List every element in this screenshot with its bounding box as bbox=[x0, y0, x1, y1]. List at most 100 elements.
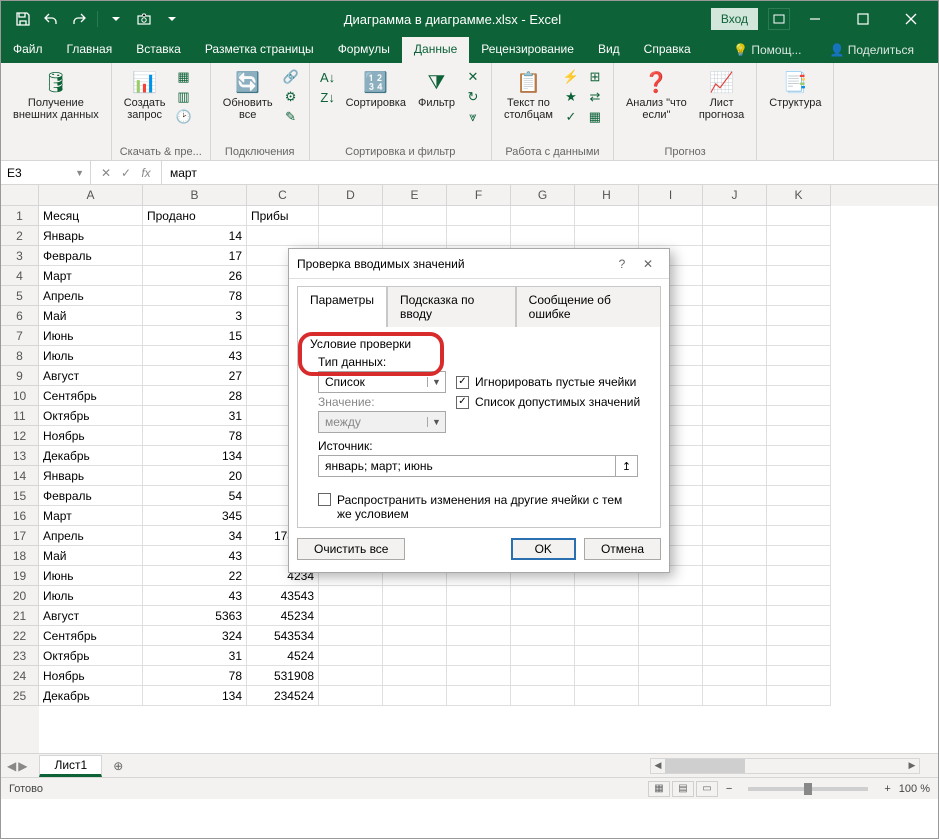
cell[interactable] bbox=[703, 206, 767, 226]
undo-icon[interactable] bbox=[39, 7, 63, 31]
cell[interactable]: 4524 bbox=[247, 646, 319, 666]
cell[interactable] bbox=[767, 366, 831, 386]
row-header[interactable]: 14 bbox=[1, 466, 39, 486]
cell[interactable]: 78 bbox=[143, 286, 247, 306]
cell[interactable]: 17 bbox=[143, 246, 247, 266]
cell[interactable] bbox=[703, 646, 767, 666]
cell[interactable]: 26 bbox=[143, 266, 247, 286]
recent-sources-button[interactable]: 🕑 bbox=[174, 107, 194, 127]
cell[interactable]: 3 bbox=[143, 306, 247, 326]
cell[interactable] bbox=[767, 686, 831, 706]
cell[interactable]: 15 bbox=[143, 326, 247, 346]
dialog-help-icon[interactable]: ? bbox=[609, 254, 635, 274]
cell[interactable] bbox=[767, 406, 831, 426]
cell[interactable]: Июль bbox=[39, 586, 143, 606]
text-to-columns-button[interactable]: 📋Текст по столбцам bbox=[500, 67, 557, 123]
camera-icon[interactable] bbox=[132, 7, 156, 31]
cell[interactable] bbox=[703, 346, 767, 366]
cell[interactable] bbox=[767, 606, 831, 626]
cell[interactable] bbox=[575, 686, 639, 706]
sort-button[interactable]: 🔢Сортировка bbox=[342, 67, 410, 111]
cell[interactable]: 34 bbox=[143, 526, 247, 546]
row-header[interactable]: 8 bbox=[1, 346, 39, 366]
cell[interactable] bbox=[639, 646, 703, 666]
cell[interactable]: 134 bbox=[143, 446, 247, 466]
cell[interactable] bbox=[767, 266, 831, 286]
cell[interactable] bbox=[383, 606, 447, 626]
cell[interactable] bbox=[703, 466, 767, 486]
fx-icon[interactable]: fx bbox=[137, 166, 155, 180]
column-header[interactable]: F bbox=[447, 185, 511, 206]
cell[interactable]: 324 bbox=[143, 626, 247, 646]
cell[interactable] bbox=[575, 586, 639, 606]
cell[interactable]: 20 bbox=[143, 466, 247, 486]
cell[interactable] bbox=[767, 446, 831, 466]
cell[interactable] bbox=[575, 606, 639, 626]
cell[interactable] bbox=[383, 646, 447, 666]
cell[interactable]: 54 bbox=[143, 486, 247, 506]
get-external-data-button[interactable]: 🛢Получение внешних данных bbox=[9, 67, 103, 123]
cell[interactable] bbox=[511, 586, 575, 606]
show-queries-button[interactable]: ▦ bbox=[174, 67, 194, 87]
row-header[interactable]: 9 bbox=[1, 366, 39, 386]
row-header[interactable]: 5 bbox=[1, 286, 39, 306]
column-header[interactable]: G bbox=[511, 185, 575, 206]
dialog-close-icon[interactable]: ✕ bbox=[635, 254, 661, 274]
cell[interactable] bbox=[767, 626, 831, 646]
cell[interactable]: Октябрь bbox=[39, 406, 143, 426]
cell[interactable] bbox=[703, 246, 767, 266]
view-normal-icon[interactable]: ▦ bbox=[648, 781, 670, 797]
from-table-button[interactable]: ▥ bbox=[174, 87, 194, 107]
cell[interactable] bbox=[639, 606, 703, 626]
close-icon[interactable] bbox=[888, 1, 934, 37]
cell[interactable]: Сентябрь bbox=[39, 386, 143, 406]
new-query-button[interactable]: 📊Создать запрос bbox=[120, 67, 170, 123]
clear-filter-button[interactable]: ✕ bbox=[463, 67, 483, 87]
refresh-all-button[interactable]: 🔄Обновить все bbox=[219, 67, 277, 123]
zoom-in-icon[interactable]: + bbox=[884, 783, 890, 795]
zoom-level[interactable]: 100 % bbox=[899, 783, 930, 795]
dialog-tab-input-message[interactable]: Подсказка по вводу bbox=[387, 286, 516, 327]
cell[interactable]: 22 bbox=[143, 566, 247, 586]
cell[interactable] bbox=[703, 406, 767, 426]
name-box[interactable]: ▼ bbox=[1, 161, 91, 184]
advanced-filter-button[interactable]: ⩔ bbox=[463, 107, 483, 127]
reapply-button[interactable]: ↻ bbox=[463, 87, 483, 107]
cell[interactable] bbox=[575, 626, 639, 646]
tab-view[interactable]: Вид bbox=[586, 37, 632, 63]
cell[interactable] bbox=[767, 386, 831, 406]
cell[interactable] bbox=[703, 566, 767, 586]
cell[interactable]: 78 bbox=[143, 426, 247, 446]
cell[interactable] bbox=[639, 206, 703, 226]
cell[interactable] bbox=[511, 646, 575, 666]
cell[interactable] bbox=[447, 206, 511, 226]
cell[interactable] bbox=[511, 606, 575, 626]
cell[interactable] bbox=[319, 666, 383, 686]
row-header[interactable]: 4 bbox=[1, 266, 39, 286]
sign-in-button[interactable]: Вход bbox=[711, 8, 758, 30]
cell[interactable] bbox=[703, 446, 767, 466]
tab-data[interactable]: Данные bbox=[402, 37, 469, 63]
cell[interactable]: Январь bbox=[39, 226, 143, 246]
cell[interactable] bbox=[703, 366, 767, 386]
source-input[interactable]: ↥ bbox=[318, 455, 638, 477]
row-header[interactable]: 13 bbox=[1, 446, 39, 466]
cell[interactable]: 543534 bbox=[247, 626, 319, 646]
cell[interactable] bbox=[703, 506, 767, 526]
cancel-button[interactable]: Отмена bbox=[584, 538, 661, 560]
cell[interactable]: Декабрь bbox=[39, 446, 143, 466]
cell[interactable] bbox=[767, 506, 831, 526]
row-header[interactable]: 12 bbox=[1, 426, 39, 446]
cell[interactable]: Март bbox=[39, 266, 143, 286]
cell[interactable]: 134 bbox=[143, 686, 247, 706]
cell[interactable] bbox=[767, 426, 831, 446]
cell[interactable] bbox=[511, 686, 575, 706]
cell[interactable]: Июль bbox=[39, 346, 143, 366]
row-header[interactable]: 1 bbox=[1, 206, 39, 226]
cell[interactable] bbox=[575, 646, 639, 666]
redo-icon[interactable] bbox=[67, 7, 91, 31]
row-header[interactable]: 17 bbox=[1, 526, 39, 546]
cell[interactable] bbox=[703, 586, 767, 606]
cell[interactable] bbox=[703, 226, 767, 246]
tab-page-layout[interactable]: Разметка страницы bbox=[193, 37, 326, 63]
